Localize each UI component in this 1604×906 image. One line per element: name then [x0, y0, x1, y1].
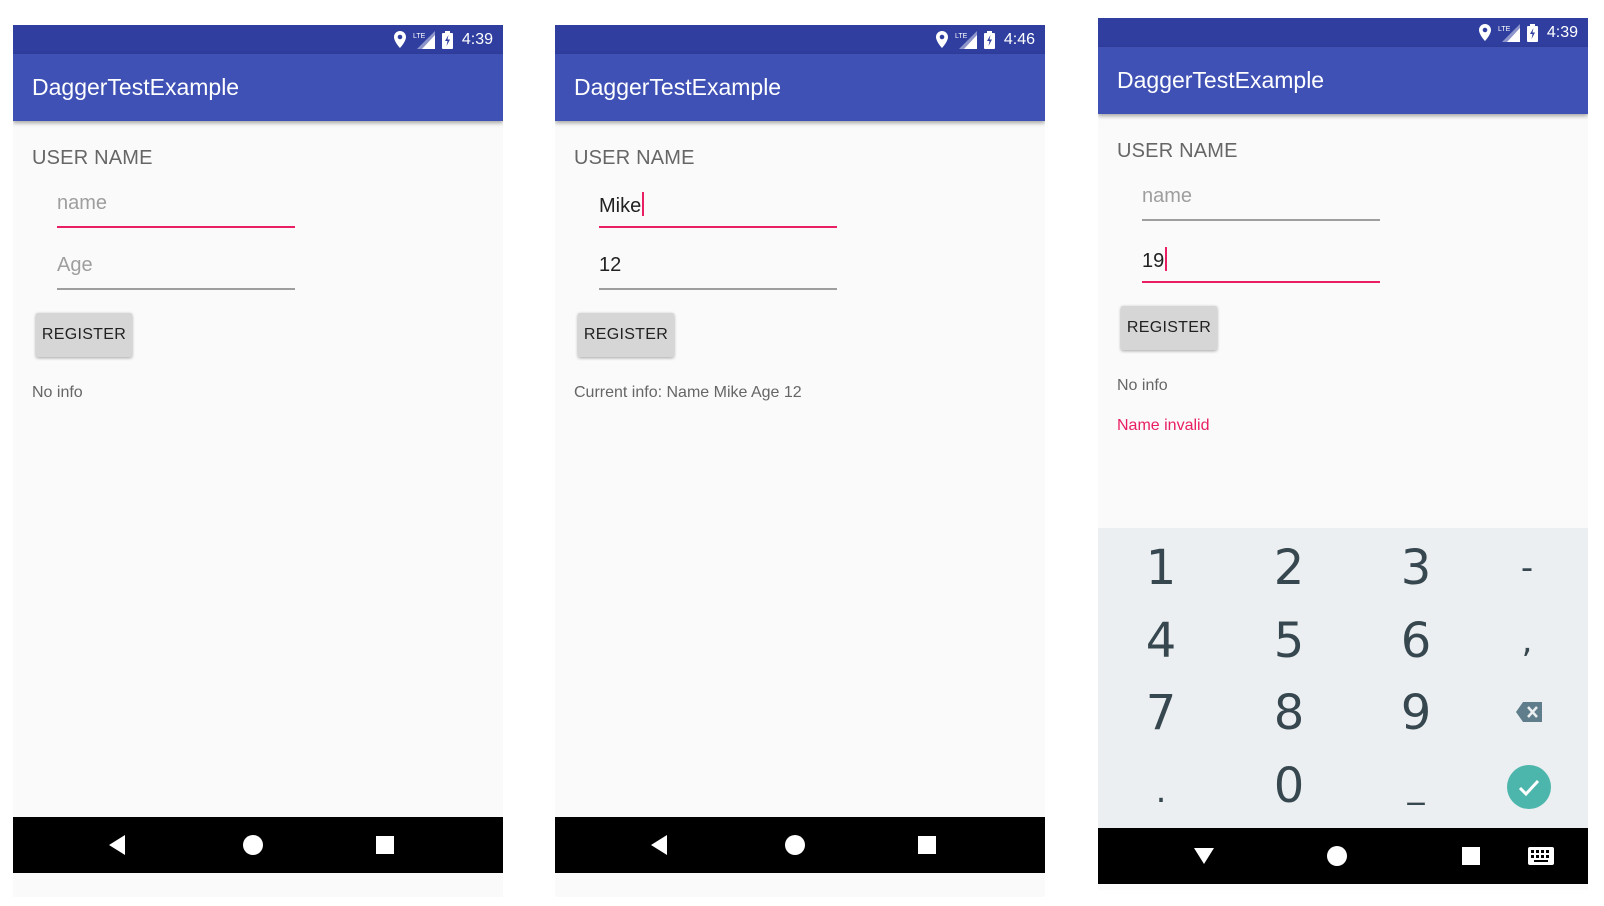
navigation-bar [555, 817, 1045, 873]
age-placeholder: Age [57, 254, 93, 276]
error-text: Name invalid [1117, 417, 1210, 434]
age-field[interactable]: 19 [1142, 243, 1380, 283]
key-4[interactable]: 4 [1121, 611, 1201, 671]
phone-screen-2: LTE 4:46 DaggerTestExample USER NAME Mik… [555, 25, 1045, 897]
location-icon [1478, 24, 1491, 41]
app-bar: DaggerTestExample [555, 54, 1045, 121]
app-bar: DaggerTestExample [1098, 47, 1588, 114]
key-1[interactable]: 1 [1121, 538, 1201, 598]
recents-icon[interactable] [375, 835, 395, 860]
key-0[interactable]: 0 [1249, 756, 1329, 816]
text-caret [1165, 247, 1168, 271]
recents-icon[interactable] [1461, 846, 1481, 871]
location-icon [935, 31, 948, 48]
status-clock: 4:39 [461, 30, 493, 48]
name-placeholder: name [57, 192, 108, 214]
battery-charging-icon [1526, 23, 1538, 42]
section-label: USER NAME [574, 147, 695, 169]
backspace-icon[interactable] [1515, 701, 1543, 728]
section-label: USER NAME [32, 147, 153, 169]
phone-screen-3: LTE 4:39 DaggerTestExample USER NAME nam… [1098, 18, 1588, 890]
name-field[interactable]: name [1142, 181, 1380, 221]
home-icon[interactable] [242, 834, 264, 861]
age-value: 12 [599, 254, 622, 276]
recents-icon[interactable] [917, 835, 937, 860]
field-underline [1142, 219, 1380, 221]
status-bar: LTE 4:39 [1098, 18, 1588, 47]
lte-signal-icon: LTE [955, 30, 977, 49]
key-underscore[interactable]: _ [1376, 756, 1456, 816]
key-9[interactable]: 9 [1376, 683, 1456, 743]
status-clock: 4:39 [1546, 23, 1578, 41]
app-bar: DaggerTestExample [13, 54, 503, 121]
field-underline [57, 226, 295, 228]
age-field[interactable]: Age [57, 250, 295, 290]
info-text: No info [32, 384, 83, 401]
field-underline [57, 288, 295, 290]
age-field[interactable]: 12 [599, 250, 837, 290]
home-icon[interactable] [1326, 845, 1348, 872]
app-title: DaggerTestExample [1117, 67, 1325, 93]
svg-text:LTE: LTE [413, 33, 426, 40]
name-value: Mike [599, 195, 642, 217]
numeric-keyboard: 1 2 3 - 4 5 6 , 7 8 9 . 0 _ [1098, 528, 1588, 828]
age-value-wrap: 19 [1142, 247, 1168, 273]
navigation-bar [13, 817, 503, 873]
status-bar: LTE 4:46 [555, 25, 1045, 54]
svg-text:LTE: LTE [1498, 26, 1511, 33]
key-6[interactable]: 6 [1376, 611, 1456, 671]
app-title: DaggerTestExample [574, 74, 782, 100]
field-underline [599, 226, 837, 228]
name-field[interactable]: Mike [599, 188, 837, 228]
svg-text:LTE: LTE [955, 33, 968, 40]
location-icon [393, 31, 406, 48]
key-8[interactable]: 8 [1249, 683, 1329, 743]
key-3[interactable]: 3 [1376, 538, 1456, 598]
section-label: USER NAME [1117, 140, 1238, 162]
home-icon[interactable] [784, 834, 806, 861]
field-underline [599, 288, 837, 290]
age-value: 19 [1142, 250, 1165, 272]
key-period[interactable]: . [1121, 761, 1201, 821]
register-button[interactable]: REGISTER [578, 313, 674, 357]
app-title: DaggerTestExample [32, 74, 240, 100]
info-text: No info [1117, 377, 1168, 394]
status-bar: LTE 4:39 [13, 25, 503, 54]
back-icon[interactable] [1193, 846, 1215, 871]
phone-screen-1: LTE 4:39 DaggerTestExample USER NAME nam… [13, 25, 503, 897]
register-button[interactable]: REGISTER [36, 313, 132, 357]
key-7[interactable]: 7 [1121, 683, 1201, 743]
navigation-bar [1098, 828, 1588, 884]
back-icon[interactable] [649, 834, 669, 861]
key-5[interactable]: 5 [1249, 611, 1329, 671]
key-comma[interactable]: , [1487, 611, 1567, 671]
battery-charging-icon [983, 30, 995, 49]
info-text: Current info: Name Mike Age 12 [574, 384, 802, 401]
key-2[interactable]: 2 [1249, 538, 1329, 598]
name-value-wrap: Mike [599, 192, 645, 218]
back-icon[interactable] [107, 834, 127, 861]
keyboard-switch-icon[interactable] [1528, 847, 1554, 870]
status-clock: 4:46 [1003, 30, 1035, 48]
lte-signal-icon: LTE [413, 30, 435, 49]
register-button[interactable]: REGISTER [1121, 306, 1217, 350]
name-field[interactable]: name [57, 188, 295, 228]
text-caret [642, 192, 645, 216]
done-check-icon[interactable] [1507, 765, 1551, 809]
field-underline [1142, 281, 1380, 283]
name-placeholder: name [1142, 185, 1193, 207]
battery-charging-icon [441, 30, 453, 49]
lte-signal-icon: LTE [1498, 23, 1520, 42]
key-minus[interactable]: - [1487, 538, 1567, 598]
